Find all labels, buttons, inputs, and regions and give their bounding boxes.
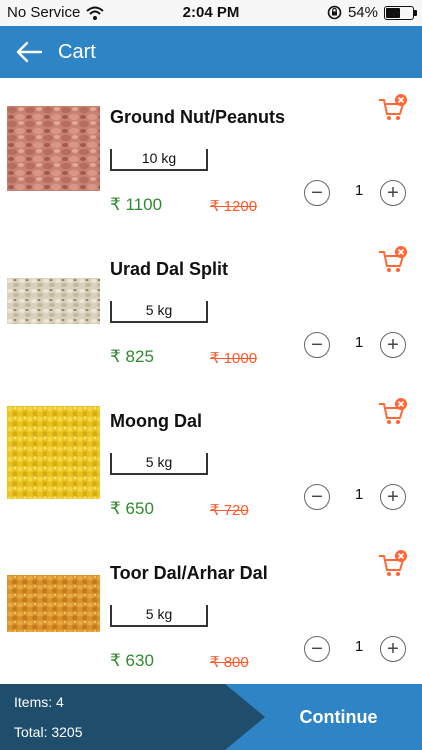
- minus-icon: −: [311, 638, 323, 660]
- cart-item: Toor Dal/Arhar Dal 5 kg ₹ 630 ₹ 800 − 1 …: [0, 534, 422, 684]
- product-price: ₹ 630: [110, 651, 154, 670]
- cart-total: Total: 3205: [14, 724, 83, 740]
- arrow-left-icon: [16, 41, 43, 63]
- cart-remove-icon: [379, 550, 407, 576]
- product-image-toor-dal: [7, 575, 100, 632]
- increase-quantity-button[interactable]: +: [380, 180, 406, 206]
- plus-icon: +: [387, 486, 399, 508]
- weight-selector[interactable]: 5 kg: [110, 453, 208, 475]
- product-mrp: ₹ 1200: [210, 198, 258, 215]
- remove-from-cart-button[interactable]: [377, 94, 409, 122]
- items-count: Items: 4: [14, 694, 64, 710]
- product-name: Ground Nut/Peanuts: [110, 107, 285, 127]
- increase-quantity-button[interactable]: +: [380, 484, 406, 510]
- cart-remove-icon: [379, 246, 407, 272]
- battery-tip: [414, 9, 417, 16]
- product-image-peanuts: [7, 106, 100, 191]
- remove-from-cart-button[interactable]: [377, 398, 409, 426]
- quantity-value: 1: [354, 182, 364, 199]
- page-title: Cart: [58, 40, 96, 63]
- product-price: ₹ 650: [110, 499, 154, 518]
- battery-percent: 54%: [347, 4, 378, 21]
- app-header: Cart: [0, 26, 422, 78]
- product-name: Urad Dal Split: [110, 259, 229, 279]
- status-right: 54%: [327, 4, 417, 21]
- plus-icon: +: [387, 334, 399, 356]
- weight-label: 5 kg: [145, 302, 173, 318]
- plus-icon: +: [387, 638, 399, 660]
- remove-from-cart-button[interactable]: [377, 550, 409, 578]
- quantity-value: 1: [354, 486, 364, 503]
- cart-item: Moong Dal 5 kg ₹ 650 ₹ 720 − 1 +: [0, 382, 422, 534]
- weight-selector[interactable]: 5 kg: [110, 301, 208, 323]
- cart-summary: Items: 4 Total: 3205: [0, 684, 265, 750]
- checkout-footer: Items: 4 Total: 3205 Continue: [0, 684, 422, 750]
- cart-list: Ground Nut/Peanuts 10 kg ₹ 1100 ₹ 1200 −…: [0, 78, 422, 684]
- cart-remove-icon: [379, 398, 407, 424]
- decrease-quantity-button[interactable]: −: [304, 484, 330, 510]
- remove-from-cart-button[interactable]: [377, 246, 409, 274]
- product-price: ₹ 825: [110, 347, 154, 366]
- battery-fill: [386, 7, 400, 18]
- decrease-quantity-button[interactable]: −: [304, 180, 330, 206]
- weight-label: 5 kg: [145, 606, 173, 622]
- product-name: Toor Dal/Arhar Dal: [110, 563, 268, 583]
- plus-icon: +: [387, 182, 399, 204]
- status-bar: No Service 2:04 PM 54%: [0, 0, 422, 26]
- weight-selector[interactable]: 10 kg: [110, 149, 208, 171]
- product-mrp: ₹ 800: [210, 654, 249, 671]
- minus-icon: −: [311, 182, 323, 204]
- cart-item: Urad Dal Split 5 kg ₹ 825 ₹ 1000 − 1 +: [0, 230, 422, 382]
- weight-selector[interactable]: 5 kg: [110, 605, 208, 627]
- product-price: ₹ 1100: [110, 195, 163, 214]
- weight-label: 5 kg: [145, 454, 173, 470]
- cart-item: Ground Nut/Peanuts 10 kg ₹ 1100 ₹ 1200 −…: [0, 78, 422, 230]
- minus-icon: −: [311, 486, 323, 508]
- weight-label: 10 kg: [141, 150, 177, 166]
- product-mrp: ₹ 720: [210, 502, 249, 519]
- increase-quantity-button[interactable]: +: [380, 332, 406, 358]
- quantity-value: 1: [354, 334, 364, 351]
- quantity-value: 1: [354, 638, 364, 655]
- continue-button[interactable]: Continue: [265, 684, 422, 750]
- product-image-moong-dal: [7, 406, 100, 499]
- rotation-lock-icon: [327, 5, 342, 20]
- product-name: Moong Dal: [110, 411, 202, 431]
- increase-quantity-button[interactable]: +: [380, 636, 406, 662]
- cart-remove-icon: [379, 94, 407, 120]
- minus-icon: −: [311, 334, 323, 356]
- decrease-quantity-button[interactable]: −: [304, 636, 330, 662]
- product-image-urad-dal: [7, 278, 100, 324]
- decrease-quantity-button[interactable]: −: [304, 332, 330, 358]
- battery-icon: [384, 5, 417, 20]
- back-button[interactable]: [4, 26, 54, 78]
- product-mrp: ₹ 1000: [210, 350, 258, 367]
